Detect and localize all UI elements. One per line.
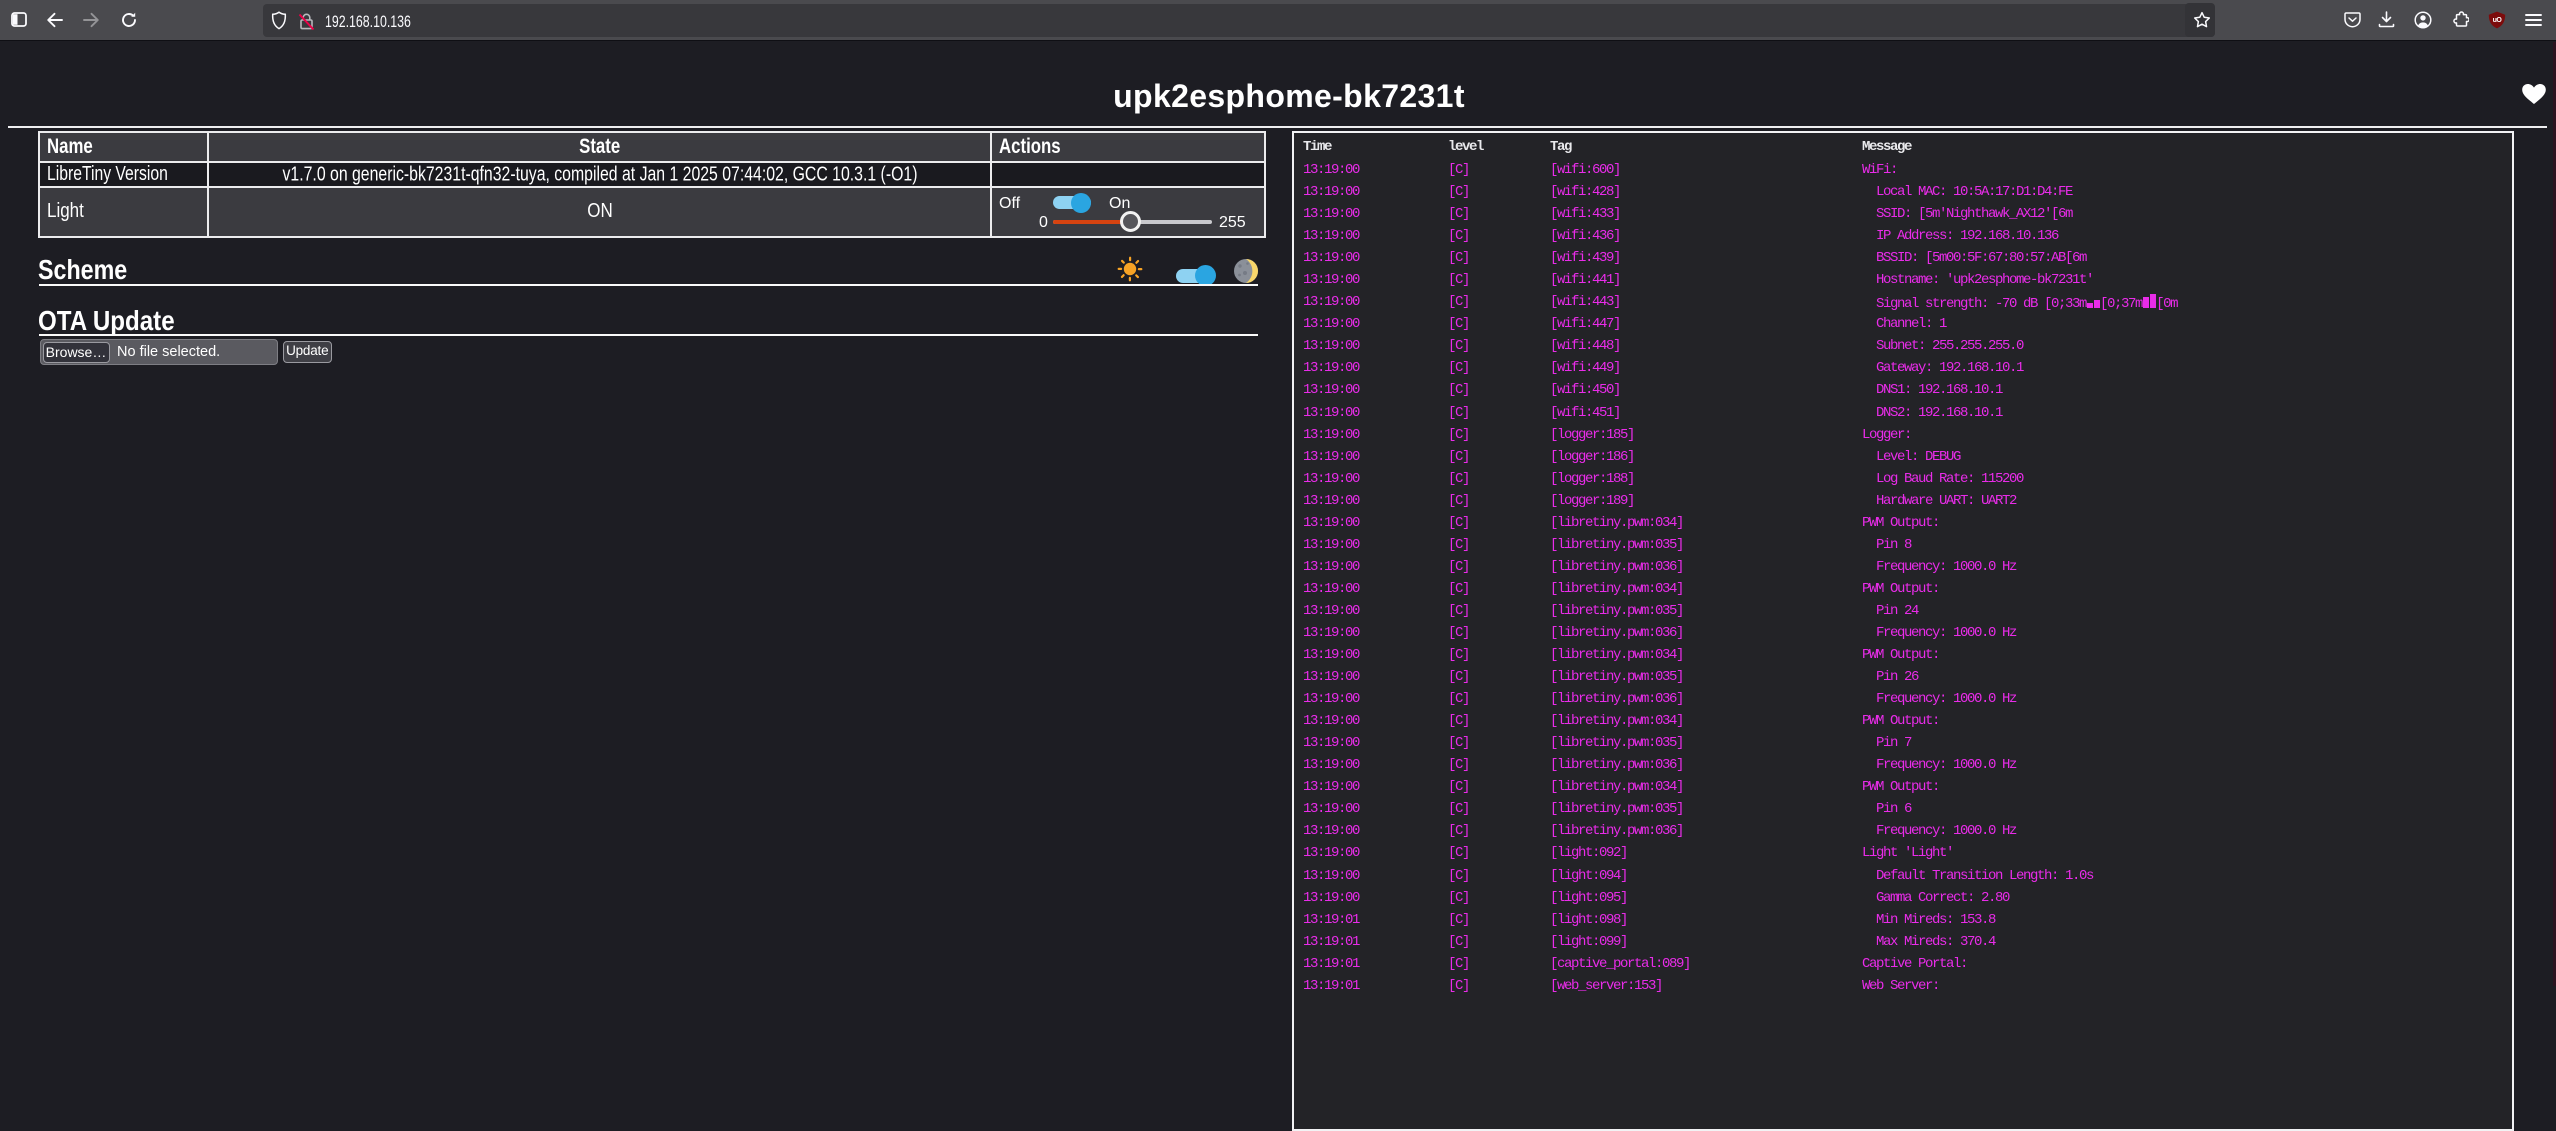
svg-text:uO: uO <box>2493 17 2503 24</box>
